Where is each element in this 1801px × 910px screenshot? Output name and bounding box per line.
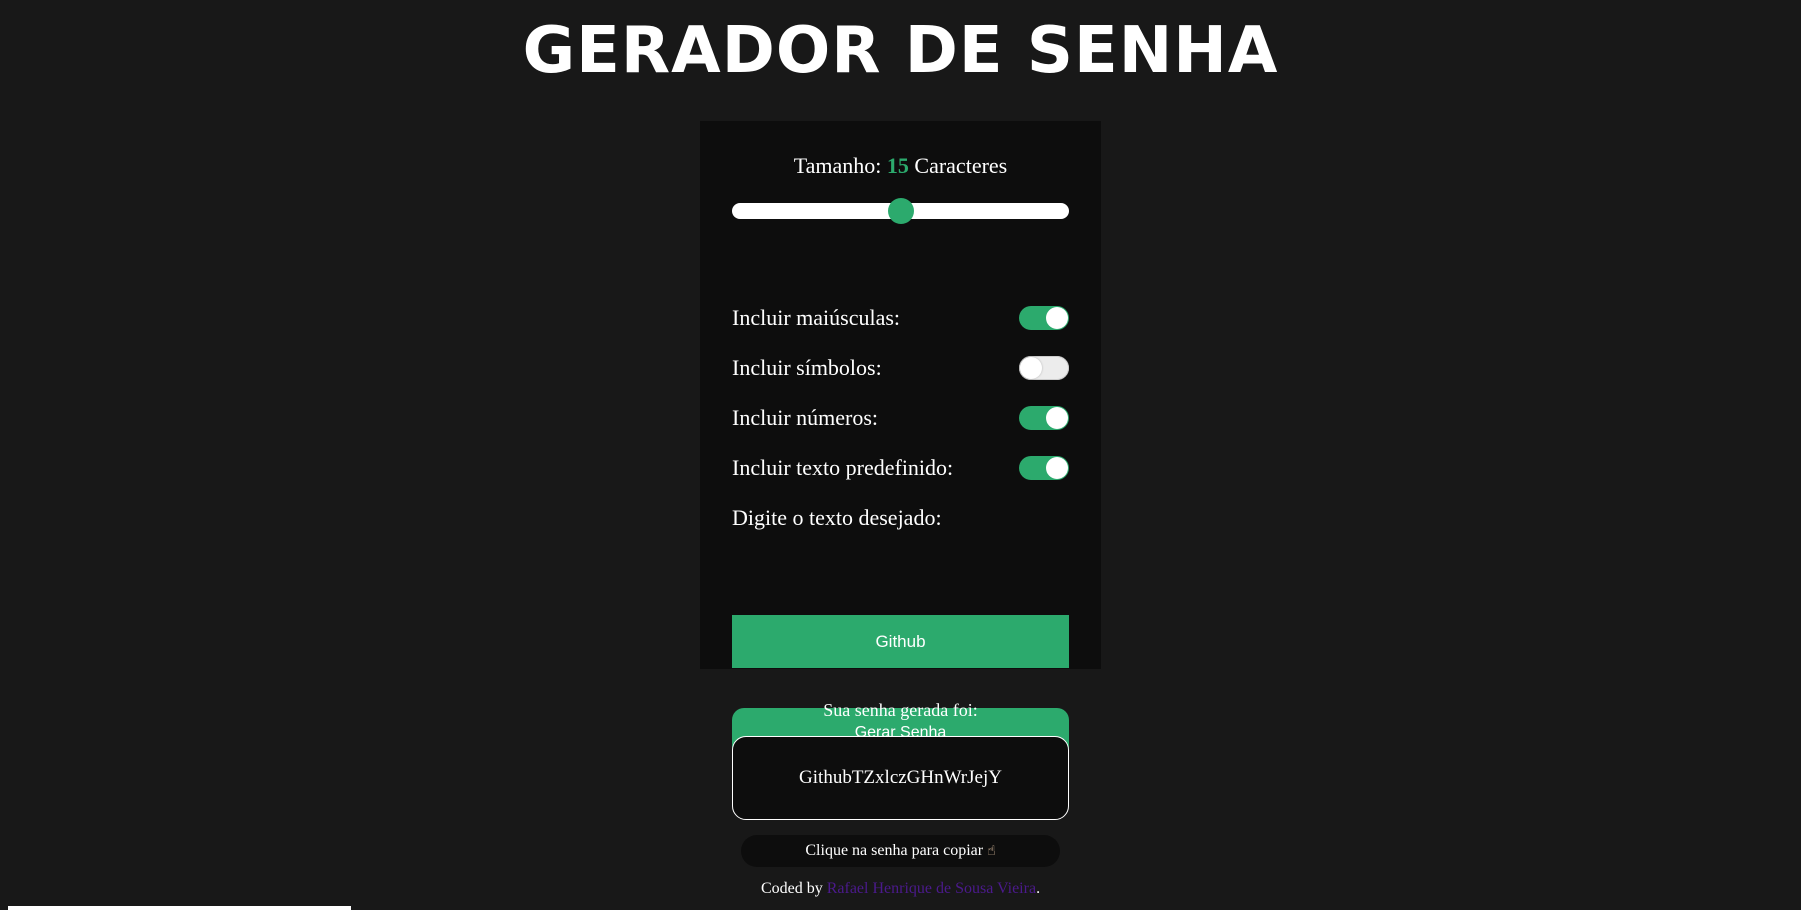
toggle-knob	[1046, 307, 1068, 329]
toggle-numbers[interactable]	[1019, 406, 1069, 430]
result-label: Sua senha gerada foi:	[823, 700, 978, 720]
generated-password[interactable]: GithubTZxlczGHnWrJejY	[732, 736, 1069, 820]
footer-credits: Coded by Rafael Henrique de Sousa Vieira…	[0, 878, 1801, 900]
pointing-hand-icon: ☝	[987, 843, 996, 859]
option-uppercase-label: Incluir maiúsculas:	[732, 305, 901, 330]
option-uppercase: Incluir maiúsculas:	[732, 303, 1069, 333]
option-predefined-text: Incluir texto predefinido:	[732, 453, 1069, 483]
option-symbols: Incluir símbolos:	[732, 353, 1069, 383]
page-title: GERADOR DE SENHA	[522, 14, 1279, 88]
length-label: Tamanho: 15 Caracteres	[700, 151, 1101, 181]
copy-hint-text: Clique na senha para copiar	[805, 842, 984, 859]
scrollbar[interactable]	[8, 906, 351, 910]
author-link[interactable]: Rafael Henrique de Sousa Vieira	[827, 880, 1036, 897]
toggle-symbols[interactable]	[1019, 356, 1069, 380]
footer-suffix: .	[1036, 880, 1041, 897]
toggle-knob	[1046, 457, 1068, 479]
footer-prefix: Coded by	[760, 880, 823, 897]
toggle-knob	[1020, 357, 1042, 379]
option-numbers: Incluir números:	[732, 403, 1069, 433]
length-slider-thumb[interactable]	[887, 198, 914, 224]
toggle-predefined-text[interactable]	[1019, 456, 1069, 480]
copy-hint: Clique na senha para copiar ☝	[741, 835, 1060, 867]
option-predefined-text-label: Incluir texto predefinido:	[732, 455, 954, 480]
custom-text-input[interactable]	[732, 615, 1069, 668]
length-suffix: Caracteres	[914, 153, 1008, 178]
toggle-knob	[1046, 407, 1068, 429]
length-slider[interactable]	[732, 198, 1069, 224]
option-numbers-label: Incluir números:	[732, 405, 879, 430]
length-prefix: Tamanho:	[793, 153, 882, 178]
length-value: 15	[886, 153, 909, 178]
generator-panel: Tamanho: 15 Caracteres Incluir maiúscula…	[700, 121, 1101, 758]
toggle-uppercase[interactable]	[1019, 306, 1069, 330]
option-symbols-label: Incluir símbolos:	[732, 355, 882, 380]
custom-text-label: Digite o texto desejado:	[732, 505, 942, 530]
